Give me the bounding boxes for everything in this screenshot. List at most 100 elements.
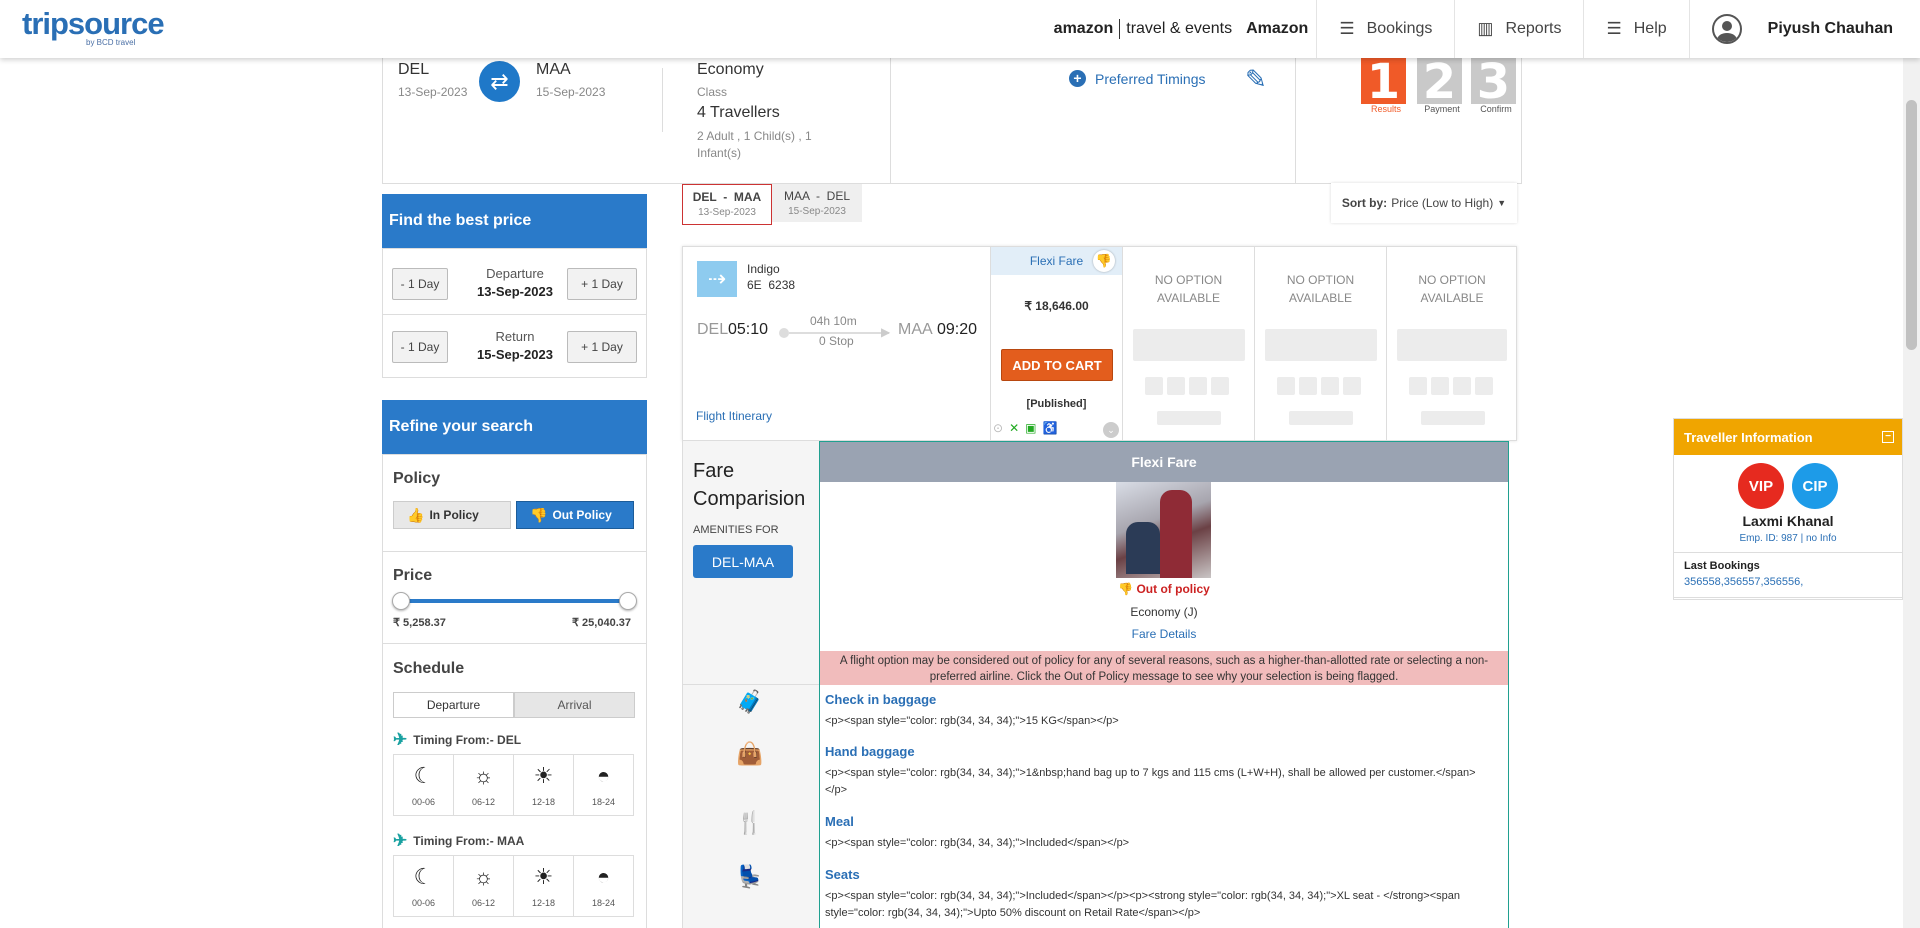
moon-icon: ☾ — [413, 864, 434, 889]
amenity-text: <p><span style="color: rgb(34, 34, 34);"… — [825, 890, 1460, 919]
flight-itinerary-link[interactable]: Flight Itinerary — [696, 409, 772, 423]
slot-label: 12-18 — [531, 797, 556, 807]
slot-label: 00-06 — [411, 797, 436, 807]
return-minus-day-button[interactable]: - 1 Day — [392, 331, 448, 363]
departure-label: Departure — [486, 266, 544, 281]
caret-down-icon: ▼ — [1497, 198, 1507, 208]
time-slot-evening[interactable]: ◓ 18-24 — [573, 754, 634, 816]
slot-label: 18-24 — [591, 898, 616, 908]
bag-icon: 👜 — [736, 741, 764, 766]
step-label: Payment — [1424, 104, 1460, 114]
fare-type: [Published] — [1026, 398, 1087, 410]
time-slot-evening[interactable]: ◓ 18-24 — [573, 855, 634, 917]
departure-date: 13-Sep-2023 — [477, 284, 553, 299]
slot-label: 06-12 — [471, 898, 496, 908]
time-slot-night[interactable]: ☾ 00-06 — [393, 754, 454, 816]
amenity-heading: Seats — [825, 867, 860, 882]
last-bookings-links[interactable]: 356558,356557,356556, — [1684, 576, 1803, 588]
suitcase-icon: 🧳 — [736, 689, 764, 714]
tab-departure[interactable]: Departure — [393, 692, 514, 718]
scrollbar-thumb[interactable] — [1906, 100, 1917, 350]
search-summary: DEL 13-Sep-2023 ⇄ MAA 15-Sep-2023 Econom… — [382, 58, 1522, 184]
step-number: 1 — [1361, 58, 1406, 106]
tripsource-logo[interactable]: tripsource — [22, 6, 165, 42]
chart-icon: ▥ — [1477, 19, 1494, 38]
placeholder — [1157, 411, 1221, 425]
progress-steps: 1 Results 2 Payment 3 Confirm — [1361, 58, 1521, 114]
nav-bookings[interactable]: ☰ Bookings — [1316, 0, 1454, 58]
price-slider-min-handle[interactable] — [392, 592, 410, 610]
no-option-label: NO OPTION AVAILABLE — [1154, 273, 1223, 305]
fare-comparison-sidebar: Fare Comparision AMENITIES FOR DEL-MAA 🧳… — [682, 441, 820, 928]
collapse-icon[interactable]: − — [1882, 431, 1894, 443]
add-to-cart-button[interactable]: ADD TO CART — [1001, 349, 1113, 381]
sort-dropdown[interactable]: Sort by: Price (Low to High) ▼ — [1331, 183, 1517, 223]
route-tab-del-maa[interactable]: DEL - MAA 13-Sep-2023 — [682, 184, 772, 225]
divider — [1674, 597, 1902, 598]
user-name: Piyush Chauhan — [1767, 20, 1893, 37]
time-slot-night[interactable]: ☾ 00-06 — [393, 855, 454, 917]
traveller-name: Laxmi Khanal — [1742, 513, 1834, 529]
placeholder — [1277, 377, 1361, 395]
out-policy-button[interactable]: 👎 Out Policy — [516, 501, 634, 529]
nav-reports[interactable]: ▥ Reports — [1454, 0, 1583, 58]
timing-from-label: Timing From:- DEL — [413, 733, 522, 747]
in-policy-button[interactable]: 👍 In Policy — [393, 501, 511, 529]
slot-label: 06-12 — [471, 797, 496, 807]
price-slider-max-handle[interactable] — [619, 592, 637, 610]
time-slot-morning[interactable]: ☼ 06-12 — [453, 855, 514, 917]
amazon-brand: amazon travel & events Amazon — [1046, 0, 1317, 58]
route-amenities-button[interactable]: DEL-MAA — [693, 545, 793, 578]
out-of-policy-label: Out of policy — [1136, 582, 1210, 596]
swap-icon: ⇄ — [490, 68, 509, 94]
amazon-sub: travel & events — [1126, 20, 1233, 37]
cabin-crew-photo — [1116, 482, 1211, 578]
amenity-text: <p><span style="color: rgb(34, 34, 34);"… — [825, 767, 1476, 796]
sunset-icon: ◓ — [596, 763, 611, 788]
out-policy-label: Out Policy — [552, 508, 612, 522]
thumbs-up-icon: 👍 — [407, 506, 425, 523]
timing-from-label: Timing From:- MAA — [413, 834, 525, 848]
departure-minus-day-button[interactable]: - 1 Day — [392, 268, 448, 300]
time-slot-afternoon[interactable]: ☀ 12-18 — [513, 754, 574, 816]
swap-route-button[interactable]: ⇄ — [479, 61, 520, 102]
currency-icon: ⊙ — [993, 421, 1004, 435]
fare-column-empty: NO OPTION AVAILABLE — [1122, 247, 1254, 440]
preferred-timings-link[interactable]: + Preferred Timings — [1069, 70, 1205, 87]
price-max-label: ₹ 25,040.37 — [572, 617, 631, 629]
amenity-heading: Check in baggage — [825, 692, 937, 707]
route-tab-maa-del[interactable]: MAA - DEL 15-Sep-2023 — [772, 184, 862, 222]
expand-chevron-icon[interactable]: ⌄ — [1103, 422, 1119, 438]
user-menu[interactable]: Piyush Chauhan — [1688, 0, 1920, 58]
sun-icon: ☀ — [533, 864, 554, 889]
departure-plus-day-button[interactable]: + 1 Day — [567, 268, 637, 300]
in-policy-label: In Policy — [429, 508, 479, 522]
plane-icon: ✈ — [393, 730, 408, 749]
refine-panel: Policy 👍 In Policy 👎 Out Policy Price ₹ 5,… — [382, 454, 647, 928]
amenities-for-label: AMENITIES FOR — [693, 524, 779, 536]
cabin-class: Economy — [697, 61, 764, 78]
price-slider-track[interactable] — [401, 599, 625, 603]
dep-time: 05:10 — [728, 321, 769, 338]
sun-icon: ☀ — [533, 763, 554, 788]
edit-search-pencil-icon[interactable]: ✎ — [1245, 64, 1267, 95]
vip-badge: VIP — [1738, 463, 1784, 509]
last-bookings-label: Last Bookings — [1684, 560, 1760, 572]
out-policy-thumbs-down-icon[interactable]: 👎 — [1093, 250, 1115, 272]
fare-details-link[interactable]: Fare Details — [820, 627, 1508, 641]
out-of-policy-link[interactable]: 👎 Out of policy — [820, 582, 1508, 596]
thumbs-down-icon: 👎 — [530, 506, 548, 523]
step-results: 1 Results — [1361, 58, 1411, 114]
amenity-heading: Meal — [825, 814, 854, 829]
fare-column-title: Flexi Fare — [820, 442, 1508, 482]
slot-label: 18-24 — [591, 797, 616, 807]
time-slot-afternoon[interactable]: ☀ 12-18 — [513, 855, 574, 917]
best-price-header: Find the best price — [382, 194, 647, 248]
tab-arrival[interactable]: Arrival — [514, 692, 635, 718]
nav-help[interactable]: ☰ Help — [1583, 0, 1688, 58]
time-slot-morning[interactable]: ☼ 06-12 — [453, 754, 514, 816]
sunset-icon: ◓ — [596, 864, 611, 889]
divider — [890, 58, 891, 183]
route-tab-date: 15-Sep-2023 — [788, 206, 846, 217]
return-plus-day-button[interactable]: + 1 Day — [567, 331, 637, 363]
